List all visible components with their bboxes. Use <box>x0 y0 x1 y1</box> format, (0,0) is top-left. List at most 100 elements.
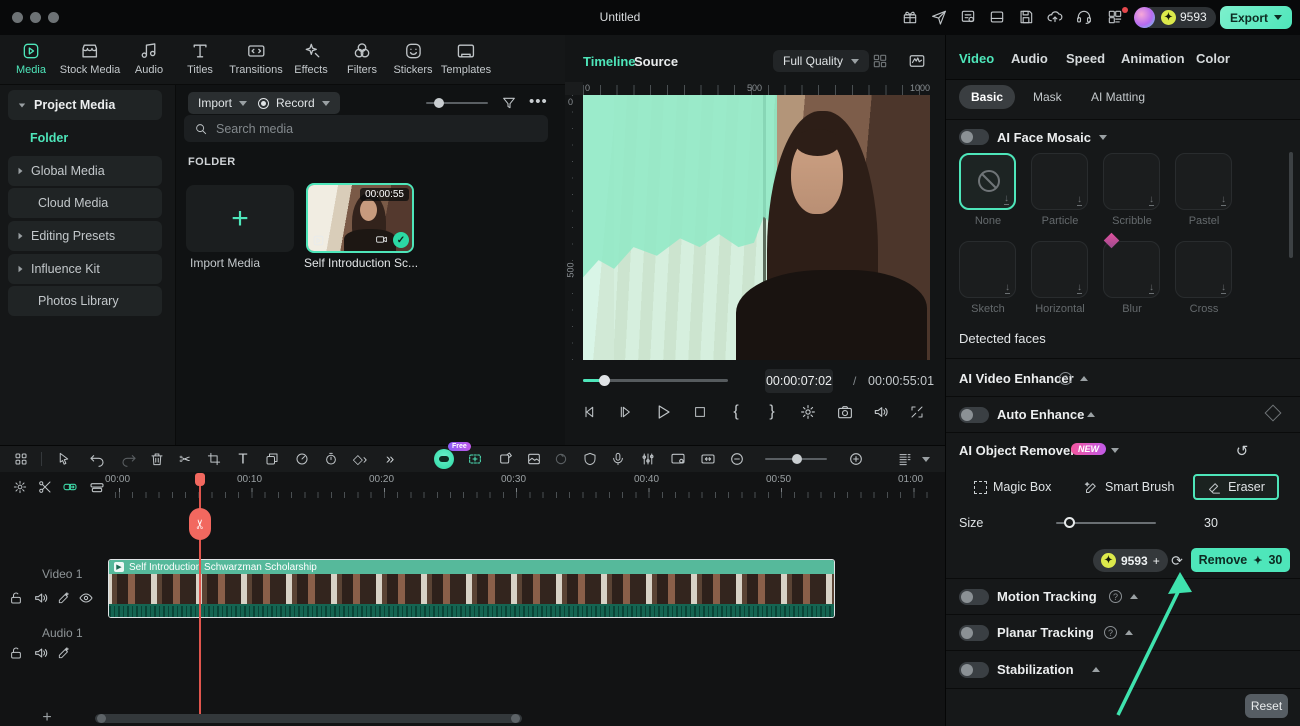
magic-box-tool[interactable]: Magic Box <box>974 474 1051 500</box>
tab-titles[interactable]: Titles <box>187 41 213 76</box>
zoom-in-icon[interactable] <box>848 451 864 467</box>
tab-media[interactable]: Media <box>16 41 46 76</box>
zoom-out-icon[interactable] <box>729 451 745 467</box>
mosaic-option-none[interactable]: ↓ <box>959 153 1016 210</box>
sidebar-item-influence-kit[interactable]: Influence Kit <box>8 254 162 284</box>
planar-tracking-toggle[interactable] <box>959 625 989 641</box>
voiceover-mic-icon[interactable] <box>611 452 626 467</box>
refresh-credits-icon[interactable]: ⟳ <box>1171 553 1183 570</box>
sidebar-item-photos-library[interactable]: Photos Library <box>8 286 162 316</box>
mosaic-option-horizontal[interactable]: ↓ <box>1031 241 1088 298</box>
ruler-minor-ticks[interactable] <box>105 492 930 498</box>
media-clip-thumbnail[interactable]: 00:00:55 ✓ <box>306 183 414 253</box>
window-dot[interactable] <box>12 12 23 23</box>
import-button[interactable]: Import <box>188 92 258 114</box>
mosaic-option-scribble[interactable]: ↓ <box>1103 153 1160 210</box>
sidebar-item-global-media[interactable]: Global Media <box>8 156 162 186</box>
lock-track-icon[interactable] <box>9 646 24 661</box>
collapse-caret-icon[interactable] <box>1130 594 1138 599</box>
crop-icon[interactable] <box>207 452 222 467</box>
tab-timeline-preview[interactable]: Timeline <box>583 54 636 69</box>
tab-transitions[interactable]: Transitions <box>229 41 283 76</box>
media-clip-icon[interactable] <box>526 451 542 467</box>
window-dot[interactable] <box>30 12 41 23</box>
playhead-thumb[interactable] <box>599 375 610 386</box>
scrollbar-thumb[interactable] <box>1289 152 1293 258</box>
playhead-cut-button[interactable]: ✂ <box>189 508 211 540</box>
audio-mixer-icon[interactable] <box>641 452 656 467</box>
reset-remover-icon[interactable]: ↺ <box>1236 442 1249 460</box>
snapshot-icon[interactable] <box>837 404 854 421</box>
add-track-button[interactable]: + <box>42 709 51 726</box>
tab-audio[interactable]: Audio <box>135 41 163 76</box>
face-mosaic-toggle[interactable] <box>959 129 989 145</box>
unlink-scissors-icon[interactable] <box>38 480 53 495</box>
more-tools-icon[interactable]: » <box>386 452 394 467</box>
hide-track-icon[interactable] <box>78 590 94 606</box>
ai-frame-icon[interactable] <box>467 451 483 467</box>
scroll-handle-left[interactable] <box>97 714 106 723</box>
account-credits[interactable]: ✦ 9593 <box>1134 6 1216 28</box>
track-enhance-icon[interactable] <box>57 591 71 605</box>
project-notes-icon[interactable] <box>960 9 977 26</box>
more-options-icon[interactable]: ••• <box>529 93 548 110</box>
collapse-caret-icon[interactable] <box>1092 667 1100 672</box>
mosaic-option-pastel[interactable]: ↓ <box>1175 153 1232 210</box>
keyframe-icon[interactable]: ◇› <box>353 453 367 466</box>
mark-in-icon[interactable]: { <box>733 403 738 421</box>
mosaic-option-cross[interactable]: ↓ <box>1175 241 1232 298</box>
tab-speed[interactable]: Speed <box>1066 51 1105 66</box>
tab-stock-media[interactable]: Stock Media <box>60 41 120 76</box>
stop-button[interactable] <box>693 405 708 420</box>
multi-view-icon[interactable] <box>872 53 889 70</box>
chevron-down-icon[interactable] <box>922 457 930 462</box>
apps-grid-icon[interactable] <box>1107 9 1124 26</box>
window-controls[interactable] <box>12 12 66 26</box>
scroll-handle-right[interactable] <box>511 714 520 723</box>
play-button[interactable] <box>654 403 672 421</box>
playback-progress-bar[interactable] <box>583 375 728 386</box>
timer-icon[interactable] <box>324 452 339 467</box>
export-clip-icon[interactable] <box>498 451 514 467</box>
mute-track-icon[interactable] <box>33 645 49 661</box>
slider-thumb[interactable] <box>434 98 444 108</box>
previous-frame-button[interactable] <box>582 404 598 420</box>
eraser-tool[interactable]: Eraser <box>1193 474 1279 500</box>
track-enhance-icon[interactable] <box>57 646 71 660</box>
tab-source-preview[interactable]: Source <box>634 54 678 69</box>
lock-track-icon[interactable] <box>9 591 24 606</box>
tab-animation[interactable]: Animation <box>1121 51 1185 66</box>
next-frame-button[interactable] <box>618 404 634 420</box>
ai-copilot-icon[interactable] <box>434 449 454 469</box>
tab-color[interactable]: Color <box>1196 51 1230 66</box>
mute-track-icon[interactable] <box>33 590 49 606</box>
layout-panel-icon[interactable] <box>989 9 1006 26</box>
subtab-mask[interactable]: Mask <box>1021 85 1074 109</box>
collapse-caret-icon[interactable] <box>1080 376 1088 381</box>
transform-icon[interactable] <box>265 452 280 467</box>
search-input[interactable] <box>216 121 496 136</box>
preview-video-frame[interactable] <box>583 95 930 360</box>
collapse-caret-icon[interactable] <box>1099 135 1107 140</box>
import-media-tile[interactable]: + <box>186 185 294 252</box>
subtab-basic[interactable]: Basic <box>959 85 1016 109</box>
track-manager-icon[interactable] <box>898 452 913 467</box>
redo-icon[interactable] <box>121 451 137 467</box>
sidebar-item-cloud-media[interactable]: Cloud Media <box>8 188 162 218</box>
fit-timeline-icon[interactable] <box>700 451 716 467</box>
timeline-zoom-slider[interactable] <box>765 454 827 464</box>
rename-clip-icon[interactable] <box>89 479 105 495</box>
sidebar-item-editing-presets[interactable]: Editing Presets <box>8 221 162 251</box>
size-slider-thumb[interactable] <box>1064 517 1075 528</box>
remove-button[interactable]: Remove ✦ 30 <box>1191 548 1290 572</box>
loop-icon[interactable] <box>553 451 569 467</box>
sidebar-item-project-media[interactable]: Project Media <box>8 90 162 120</box>
save-icon[interactable] <box>1018 9 1035 26</box>
sidebar-item-folder[interactable]: Folder <box>30 131 68 145</box>
headset-icon[interactable] <box>1076 9 1093 26</box>
add-credits[interactable]: + <box>1153 554 1160 568</box>
playback-settings-icon[interactable] <box>800 404 817 421</box>
keyframe-diamond-icon[interactable] <box>1264 404 1282 422</box>
send-icon[interactable] <box>931 9 948 26</box>
window-dot[interactable] <box>48 12 59 23</box>
